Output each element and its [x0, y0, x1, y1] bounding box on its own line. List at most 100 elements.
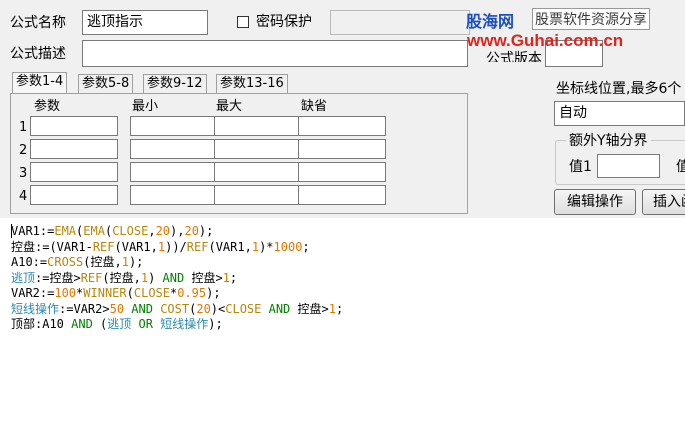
code-token: REF — [186, 239, 209, 254]
param-2-default-input[interactable] — [298, 139, 386, 159]
param-default-header: 缺省 — [301, 99, 328, 114]
code-token: 1 — [328, 301, 336, 316]
code-token: VAR1:= — [11, 224, 55, 238]
param-2-min-input[interactable] — [130, 139, 218, 159]
code-token: 1 — [140, 270, 149, 285]
code-token: CLOSE — [133, 286, 170, 300]
axis-line-position-label: 坐标线位置,最多6个 — [556, 81, 682, 97]
code-token: CLOSE — [225, 301, 262, 316]
code-token: 短线操作 — [11, 301, 60, 316]
code-token: OR — [138, 317, 153, 331]
watermark-tagline: 股票软件资源分享 — [532, 8, 650, 30]
code-token: 逃顶 — [107, 317, 132, 331]
param-3-max-input[interactable] — [214, 162, 302, 182]
code-token: ))/ — [165, 239, 187, 254]
watermark-site-name: 股海网 — [466, 12, 515, 31]
edit-operation-button[interactable]: 编辑操作 — [554, 189, 636, 215]
code-token: 控盘> — [290, 301, 329, 316]
code-token: 顶部:A10 — [11, 317, 72, 331]
param-name-header: 参数 — [34, 99, 61, 114]
code-token: AND — [162, 270, 185, 285]
code-token: VAR2:= — [11, 286, 55, 300]
param-1-max-input[interactable] — [214, 116, 302, 136]
code-token: :=VAR2> — [59, 301, 110, 316]
param-3-default-input[interactable] — [298, 162, 386, 182]
code-token: 1 — [121, 255, 129, 269]
param-3-min-input[interactable] — [130, 162, 218, 182]
param-3-name-input[interactable] — [30, 162, 118, 182]
value-1-label: 值1 — [569, 159, 592, 175]
value-1-input[interactable] — [597, 154, 660, 178]
code-token: (VAR1, — [114, 239, 158, 254]
code-token: ); — [206, 286, 221, 300]
code-token: REF — [80, 270, 103, 285]
code-line: 控盘:=(VAR1-REF(VAR1,1))/REF(VAR1,1)*1000; — [11, 240, 343, 256]
formula-name-input[interactable]: 逃顶指示 — [82, 10, 208, 35]
code-token: 20 — [184, 224, 199, 238]
code-token: 控盘:=(VAR1- — [11, 239, 93, 254]
param-1-min-input[interactable] — [130, 116, 218, 136]
code-token: AND — [268, 301, 291, 316]
extra-y-axis-group-title: 额外Y轴分界 — [566, 132, 651, 150]
code-token: (控盘, — [83, 255, 122, 269]
code-token: REF — [92, 239, 115, 254]
text-cursor — [11, 224, 12, 238]
param-2-max-input[interactable] — [214, 139, 302, 159]
code-token: 控盘> — [184, 270, 223, 285]
code-token: 50 — [109, 301, 125, 316]
code-token: ) — [148, 270, 163, 285]
axis-line-position-input[interactable]: 自动 — [554, 101, 685, 126]
code-token: EMA — [54, 224, 77, 238]
param-4-min-input[interactable] — [130, 185, 218, 205]
code-token: 短线操作 — [160, 317, 209, 331]
tab-params-13-16[interactable]: 参数13-16 — [216, 74, 288, 94]
param-row-number: 2 — [19, 143, 28, 158]
formula-desc-label: 公式描述 — [10, 46, 66, 62]
param-4-name-input[interactable] — [30, 185, 118, 205]
code-token: 1 — [157, 239, 166, 254]
formula-code-editor[interactable]: VAR1:=EMA(EMA(CLOSE,20),20); 控盘:=(VAR1-RE… — [8, 220, 685, 425]
code-line: 短线操作:=VAR2>50 AND COST(20)<CLOSE AND 控盘>… — [11, 302, 343, 318]
code-token: 1000 — [273, 239, 303, 254]
code-line: 顶部:A10 AND (逃顶 OR 短线操作); — [11, 317, 343, 333]
code-token: ); — [208, 317, 223, 331]
tab-params-9-12[interactable]: 参数9-12 — [143, 74, 207, 94]
code-token: :=控盘> — [35, 270, 81, 285]
tab-params-5-8[interactable]: 参数5-8 — [78, 74, 134, 94]
param-1-name-input[interactable] — [30, 116, 118, 136]
code-token: ; — [302, 239, 310, 254]
tab-params-1-4[interactable]: 参数1-4 — [12, 72, 68, 94]
param-row-number: 3 — [19, 166, 28, 181]
code-token: ( — [92, 317, 108, 331]
formula-desc-input[interactable] — [82, 40, 468, 67]
code-token: CROSS — [47, 255, 84, 269]
param-2-name-input[interactable] — [30, 139, 118, 159]
code-token: COST — [160, 301, 190, 316]
param-min-header: 最小 — [132, 99, 159, 114]
code-token: (控盘, — [102, 270, 141, 285]
code-token: 1 — [222, 270, 230, 285]
code-token: ); — [128, 255, 144, 269]
code-token: ); — [198, 224, 214, 238]
password-protect-checkbox[interactable] — [237, 16, 249, 28]
param-1-default-input[interactable] — [298, 116, 386, 136]
code-token: )* — [259, 239, 274, 254]
code-line: 逃顶:=控盘>REF(控盘,1) AND 控盘>1; — [11, 271, 343, 287]
formula-name-label: 公式名称 — [10, 15, 66, 31]
code-token: EMA — [83, 224, 105, 238]
value-2-label: 值 — [676, 159, 685, 175]
insert-function-button[interactable]: 插入函 — [642, 189, 685, 215]
code-line: VAR1:=EMA(EMA(CLOSE,20),20); — [11, 224, 343, 240]
param-4-default-input[interactable] — [298, 185, 386, 205]
code-token: 0.95 — [177, 286, 207, 300]
code-token: A10:= — [11, 255, 48, 269]
code-token: (VAR1, — [208, 239, 252, 254]
code-token: 100 — [54, 286, 77, 300]
param-4-max-input[interactable] — [214, 185, 302, 205]
code-token: AND — [71, 317, 93, 331]
code-token: 20 — [196, 301, 211, 316]
code-token: ), — [170, 224, 185, 238]
password-input[interactable] — [330, 10, 470, 35]
code-line: A10:=CROSS(控盘,1); — [11, 255, 343, 271]
